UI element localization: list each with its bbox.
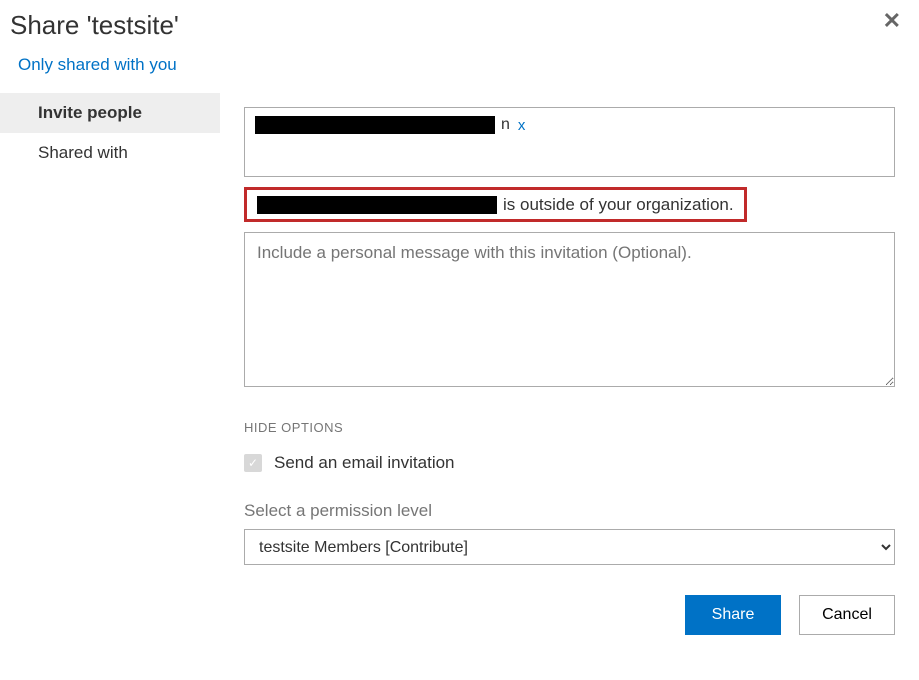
redacted-name <box>255 116 495 134</box>
email-invitation-checkbox[interactable]: ✓ <box>244 454 262 472</box>
redacted-email <box>257 196 497 214</box>
personal-message-input[interactable] <box>244 232 895 387</box>
email-invitation-label: Send an email invitation <box>274 453 455 473</box>
external-warning: is outside of your organization. <box>244 187 747 222</box>
sidebar: Invite people Shared with <box>0 93 220 635</box>
content-panel: n x is outside of your organization. HID… <box>220 93 919 635</box>
remove-chip-icon[interactable]: x <box>518 117 526 134</box>
share-status-link[interactable]: Only shared with you <box>18 55 177 74</box>
people-chip: n x <box>255 116 525 134</box>
sidebar-item-invite[interactable]: Invite people <box>0 93 220 133</box>
dialog-title: Share 'testsite' <box>10 10 179 41</box>
warning-text: is outside of your organization. <box>503 195 734 215</box>
hide-options-toggle[interactable]: HIDE OPTIONS <box>244 420 895 435</box>
sidebar-item-shared-with[interactable]: Shared with <box>0 133 220 173</box>
chip-suffix: n <box>501 116 510 134</box>
share-button[interactable]: Share <box>685 595 781 635</box>
people-picker[interactable]: n x <box>244 107 895 177</box>
permission-level-select[interactable]: testsite Members [Contribute] <box>244 529 895 565</box>
check-icon: ✓ <box>248 456 258 470</box>
close-icon[interactable]: ✕ <box>883 10 901 32</box>
permission-level-label: Select a permission level <box>244 501 895 521</box>
email-invitation-row: ✓ Send an email invitation <box>244 453 895 473</box>
button-row: Share Cancel <box>244 595 895 635</box>
cancel-button[interactable]: Cancel <box>799 595 895 635</box>
